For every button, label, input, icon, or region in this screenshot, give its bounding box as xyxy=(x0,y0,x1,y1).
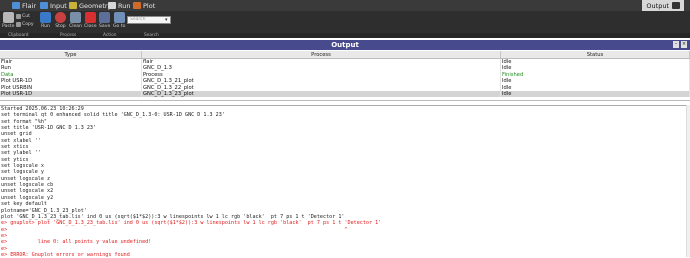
ribbon-group-labels: Clipboard Process Action Search xyxy=(0,33,690,38)
stop-label: Stop xyxy=(55,24,66,29)
stop-button[interactable]: Stop xyxy=(55,12,66,29)
log-scrollbar[interactable] xyxy=(686,105,690,257)
run-icon xyxy=(40,12,51,23)
tab-run[interactable]: Run xyxy=(108,0,130,11)
save-label: Save xyxy=(99,24,111,29)
goto-label: Go to xyxy=(113,24,126,29)
panel-controls: – × xyxy=(673,41,687,48)
save-button[interactable]: Save xyxy=(99,12,110,29)
paste-icon xyxy=(2,12,14,23)
tab-label: Input xyxy=(50,1,67,10)
output-panel-title: Output xyxy=(0,40,690,50)
table-empty-area xyxy=(0,97,690,102)
group-label-clipboard: Clipboard xyxy=(8,33,29,38)
run-icon xyxy=(108,2,116,9)
tab-geometry[interactable]: Geometry xyxy=(69,0,111,11)
cut-label: Cut xyxy=(22,14,30,19)
tab-plot[interactable]: Plot xyxy=(133,0,155,11)
run-label: Run xyxy=(41,24,50,29)
plot-icon xyxy=(133,2,141,9)
copy-button[interactable]: Copy xyxy=(16,22,34,27)
close-icon[interactable]: × xyxy=(681,41,687,48)
clean-label: Clean xyxy=(69,24,83,29)
table-header: Type Process Status xyxy=(0,51,690,59)
tab-label: Run xyxy=(118,1,131,10)
chevron-down-icon[interactable]: ▾ xyxy=(165,17,168,23)
paste-label: Paste xyxy=(2,24,15,29)
cell-type: Plot USR-1D xyxy=(0,90,142,98)
input-icon xyxy=(40,2,48,9)
copy-icon xyxy=(16,22,21,27)
column-header-process[interactable]: Process xyxy=(142,51,501,58)
paste-button[interactable]: Paste xyxy=(2,12,14,29)
geometry-icon xyxy=(69,2,77,9)
tab-label: Flair xyxy=(22,1,37,10)
flair-icon xyxy=(12,2,20,9)
table-row[interactable]: Plot USR-1D GNC_D_1.3_23_plot Idle xyxy=(0,90,690,98)
save-icon xyxy=(99,12,111,23)
tab-flair[interactable]: Flair xyxy=(12,0,36,11)
top-tab-bar: Flair Input Geometry Run Plot Output xyxy=(0,0,690,11)
minimize-icon[interactable]: – xyxy=(673,41,679,48)
cell-status: Idle xyxy=(501,90,690,98)
tab-input[interactable]: Input xyxy=(40,0,67,11)
run-button[interactable]: Run xyxy=(40,12,51,29)
close-label: Close xyxy=(84,24,97,29)
goto-button[interactable]: Go to xyxy=(113,12,125,29)
process-table: Type Process Status Flair flair Idle Run GNC… xyxy=(0,51,690,102)
tab-label: Geometry xyxy=(79,1,112,10)
column-header-status[interactable]: Status xyxy=(501,51,690,58)
process-log[interactable]: Started 2025.06.23 10:26:29 set terminal … xyxy=(0,105,690,258)
goto-icon xyxy=(113,12,125,23)
close-button[interactable]: Close xyxy=(84,12,97,29)
panel-title: Output xyxy=(331,41,359,49)
column-header-type[interactable]: Type xyxy=(0,51,142,58)
group-label-process: Process xyxy=(60,33,77,38)
tab-output[interactable]: Output xyxy=(642,0,684,11)
group-label-search: Search xyxy=(144,33,159,38)
group-label-action: Action xyxy=(103,33,117,38)
clean-button[interactable]: Clean xyxy=(69,12,82,29)
log-line-error: e> ERROR: Gnuplot errors or warnings fou… xyxy=(1,251,130,258)
cut-button[interactable]: Cut xyxy=(16,14,30,19)
cell-process: GNC_D_1.3_23_plot xyxy=(142,90,501,98)
tab-label: Output xyxy=(646,1,669,10)
tab-label: Plot xyxy=(143,1,156,10)
output-icon xyxy=(672,2,680,9)
copy-label: Copy xyxy=(22,22,34,27)
stop-icon xyxy=(55,12,66,23)
clean-icon xyxy=(70,12,82,23)
cut-icon xyxy=(16,14,21,19)
close-icon xyxy=(84,12,96,23)
